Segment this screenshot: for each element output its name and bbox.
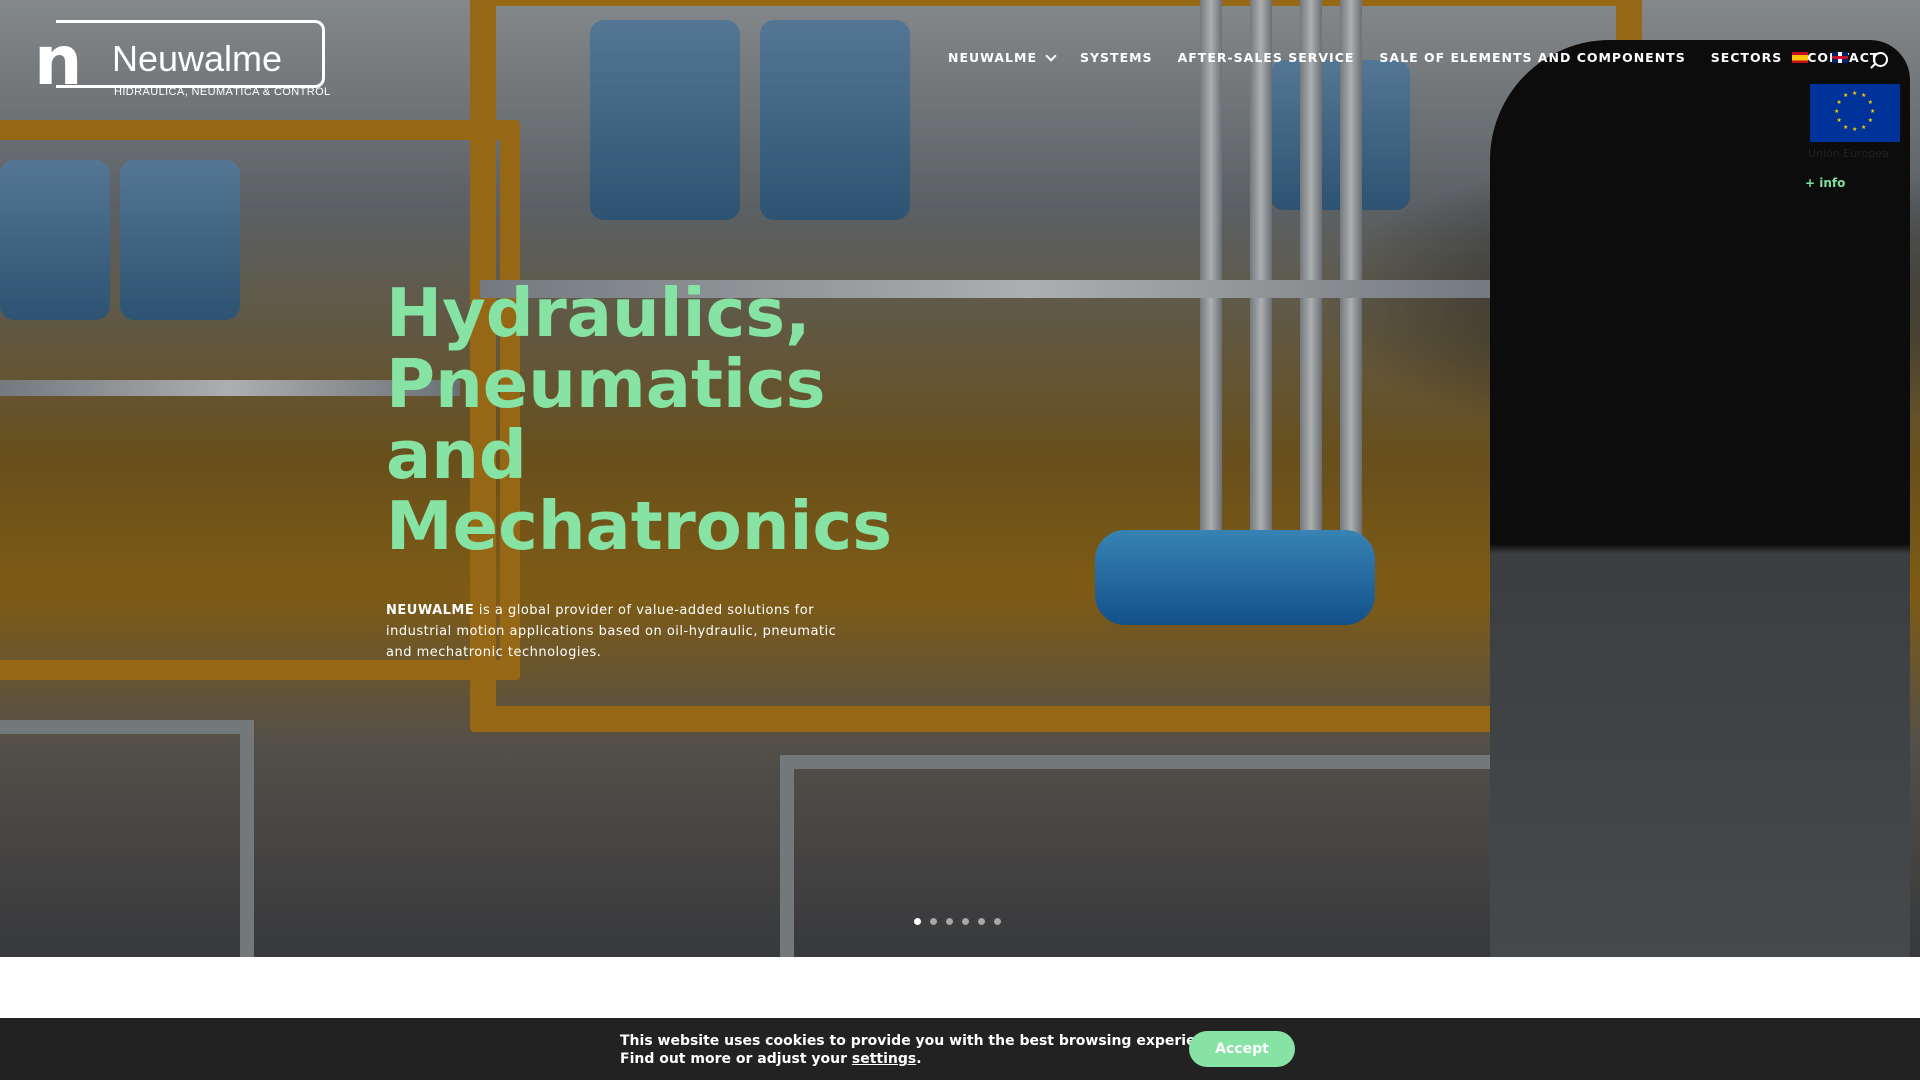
eu-star-icon: ★: [1836, 117, 1842, 124]
hero-slider: n Neuwalme HIDRÁULICA, NEUMÁTICA & CONTR…: [0, 0, 1920, 957]
es-flag-icon[interactable]: [1792, 52, 1808, 63]
eu-star-icon: ★: [1867, 99, 1873, 106]
eu-star-icon: ★: [1836, 99, 1842, 106]
search-icon[interactable]: [1873, 52, 1888, 67]
nav-item-label: SECTORS: [1710, 50, 1783, 65]
eu-star-icon: ★: [1870, 108, 1876, 115]
eu-info-link[interactable]: + info: [1805, 176, 1845, 190]
cookie-line-2: Find out more or adjust your settings.: [620, 1050, 1229, 1068]
slider-dot[interactable]: [962, 918, 969, 925]
nav-item-label: AFTER-SALES SERVICE: [1177, 50, 1355, 65]
site-logo[interactable]: n Neuwalme HIDRÁULICA, NEUMÁTICA & CONTR…: [34, 20, 330, 101]
cookie-line-2-suffix: .: [916, 1051, 922, 1067]
hero-description-brand: NEUWALME: [386, 603, 475, 618]
eu-flag-icon: ★ ★ ★ ★ ★ ★ ★ ★ ★ ★ ★ ★: [1810, 84, 1900, 142]
nav-item-systems[interactable]: SYSTEMS: [1080, 50, 1153, 65]
hero-headline-line: and: [386, 416, 527, 494]
eu-star-icon: ★: [1852, 90, 1858, 97]
nav-item-sectors[interactable]: SECTORS: [1711, 50, 1783, 65]
eu-star-icon: ★: [1852, 126, 1858, 133]
hero-headline-line: Mechatronics: [386, 487, 893, 565]
chevron-down-icon: [1045, 49, 1057, 62]
cookie-line-2-prefix: Find out more or adjust your: [620, 1051, 852, 1067]
hero-headline-line: Pneumatics: [386, 345, 826, 423]
eu-star-icon: ★: [1861, 92, 1867, 100]
hero-description: NEUWALME is a global provider of value-a…: [386, 600, 846, 663]
cookie-banner: This website uses cookies to provide you…: [0, 1018, 1920, 1080]
eu-star-icon: ★: [1861, 123, 1867, 131]
nav-item-neuwalme[interactable]: NEUWALME: [948, 49, 1057, 65]
eu-star-icon: ★: [1843, 123, 1849, 131]
eu-star-icon: ★: [1834, 108, 1840, 115]
cookie-settings-link[interactable]: settings: [852, 1051, 916, 1067]
nav-item-label: SALE OF ELEMENTS AND COMPONENTS: [1379, 50, 1686, 65]
cookie-message: This website uses cookies to provide you…: [620, 1032, 1229, 1068]
slider-dot[interactable]: [994, 918, 1001, 925]
main-nav: NEUWALME SYSTEMS AFTER-SALES SERVICE SAL…: [948, 49, 1904, 65]
slider-dot[interactable]: [978, 918, 985, 925]
slider-dot[interactable]: [946, 918, 953, 925]
cookie-line-1: This website uses cookies to provide you…: [620, 1033, 1229, 1049]
nav-item-label: NEUWALME: [948, 50, 1037, 65]
nav-item-after-sales-service[interactable]: AFTER-SALES SERVICE: [1178, 50, 1355, 65]
hero-headline: Hydraulics, Pneumatics and Mechatronics: [386, 278, 986, 562]
eu-stars: ★ ★ ★ ★ ★ ★ ★ ★ ★ ★ ★ ★: [1810, 84, 1900, 142]
slider-dot[interactable]: [930, 918, 937, 925]
eu-label: Unión Europea: [1808, 147, 1889, 160]
logo-tagline: HIDRÁULICA, NEUMÁTICA & CONTROL: [114, 86, 331, 98]
eu-star-icon: ★: [1843, 92, 1849, 100]
logo-mark-icon: n: [34, 22, 82, 101]
slider-dot[interactable]: [914, 918, 921, 925]
hero-headline-line: Hydraulics,: [386, 274, 811, 352]
cookie-accept-button[interactable]: Accept: [1189, 1031, 1295, 1067]
nav-item-label: SYSTEMS: [1080, 50, 1153, 65]
nav-item-sale-of-elements[interactable]: SALE OF ELEMENTS AND COMPONENTS: [1379, 50, 1685, 65]
en-flag-icon[interactable]: [1832, 52, 1848, 63]
logo-wordmark: Neuwalme: [112, 38, 283, 79]
slider-pagination: [914, 918, 1001, 925]
eu-star-icon: ★: [1867, 117, 1873, 124]
